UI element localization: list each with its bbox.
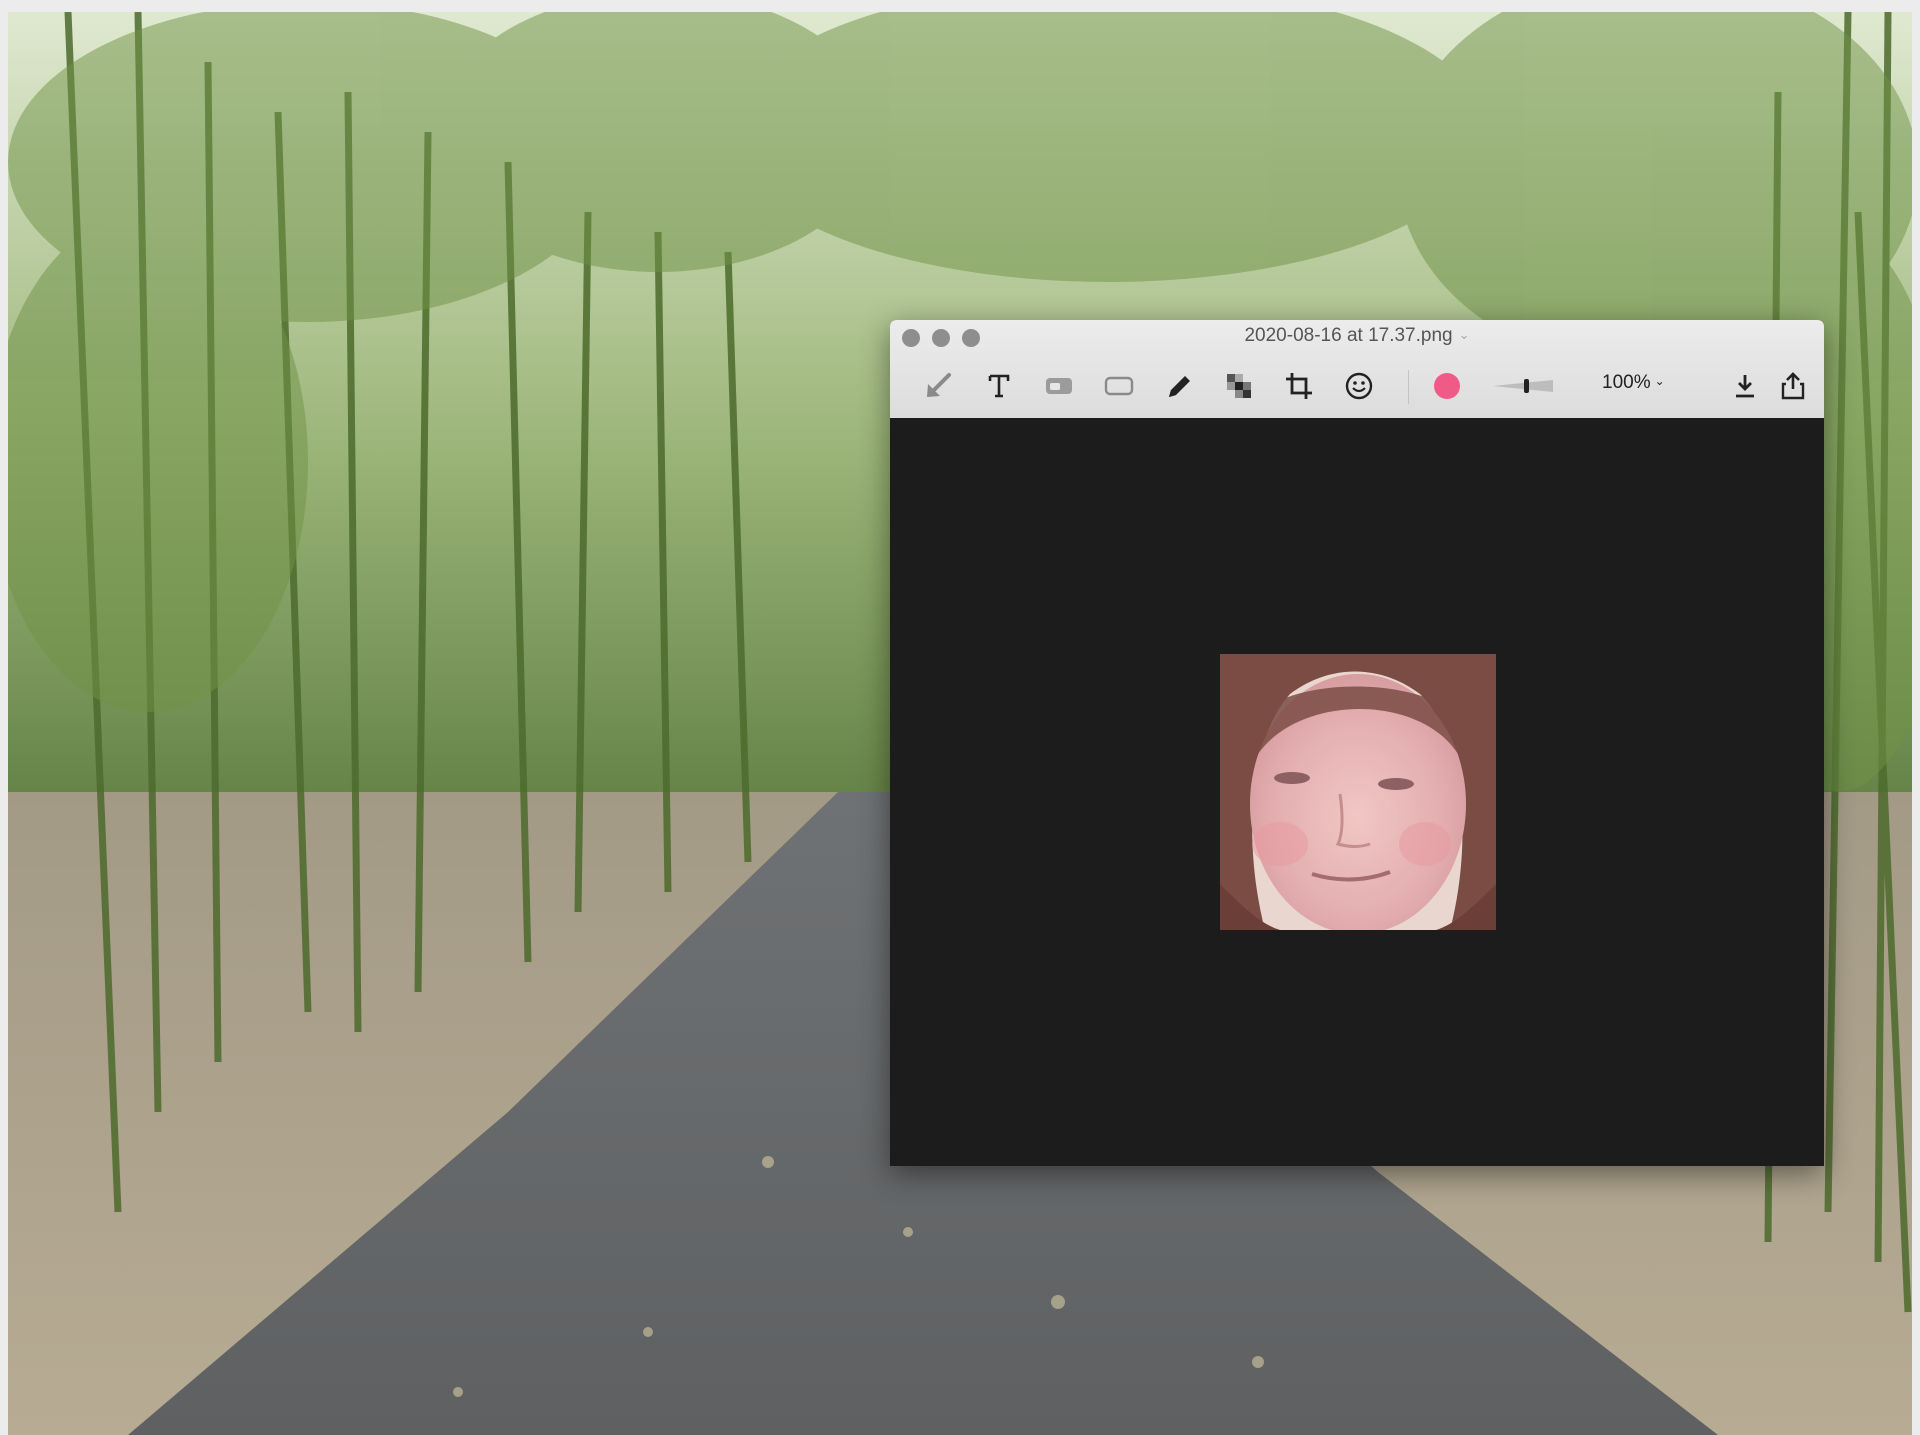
text-icon <box>988 374 1010 398</box>
window-title[interactable]: 2020-08-16 at 17.37.png ⌄ <box>890 325 1824 347</box>
download-icon <box>1736 375 1754 398</box>
highlight-icon <box>1046 378 1072 394</box>
stroke-width-slider[interactable] <box>1488 362 1558 410</box>
screenshot-editor-window: 2020-08-16 at 17.37.png ⌄ 100% ⌄ <box>890 320 1824 1166</box>
color-swatch-icon <box>1434 373 1460 399</box>
pen-tool-button[interactable] <box>1154 362 1204 410</box>
arrow-tool-button[interactable] <box>913 362 963 410</box>
emoji-tool-button[interactable] <box>1334 362 1384 410</box>
emoji-icon <box>1345 372 1373 400</box>
editor-toolbar: 100% ⌄ <box>890 362 1824 410</box>
highlight-tool-button[interactable] <box>1034 362 1084 410</box>
chevron-down-icon: ⌄ <box>1458 327 1470 342</box>
text-tool-button[interactable] <box>974 362 1024 410</box>
pen-icon <box>1169 376 1190 397</box>
face-photo <box>1220 654 1496 930</box>
zoom-level: 100% <box>1602 372 1651 393</box>
crop-icon <box>1286 373 1312 399</box>
rectangle-tool-button[interactable] <box>1094 362 1144 410</box>
title-bar: 2020-08-16 at 17.37.png ⌄ 100% ⌄ <box>890 320 1824 419</box>
arrow-icon <box>927 373 951 397</box>
window-title-text: 2020-08-16 at 17.37.png <box>1244 325 1453 346</box>
crop-tool-button[interactable] <box>1274 362 1324 410</box>
share-button[interactable] <box>1768 362 1818 410</box>
toolbar-divider <box>1408 370 1409 404</box>
color-picker-button[interactable] <box>1422 362 1472 410</box>
line-width-icon <box>1493 379 1553 393</box>
share-icon <box>1781 372 1805 400</box>
pixelate-icon <box>1227 374 1251 398</box>
chevron-down-icon: ⌄ <box>1654 374 1665 388</box>
rectangle-icon <box>1104 376 1134 396</box>
image-canvas[interactable] <box>890 418 1824 1166</box>
pixelate-tool-button[interactable] <box>1214 362 1264 410</box>
zoom-menu[interactable]: 100% ⌄ <box>1602 372 1665 394</box>
save-button[interactable] <box>1720 362 1770 410</box>
cropped-face-image <box>1220 654 1496 930</box>
